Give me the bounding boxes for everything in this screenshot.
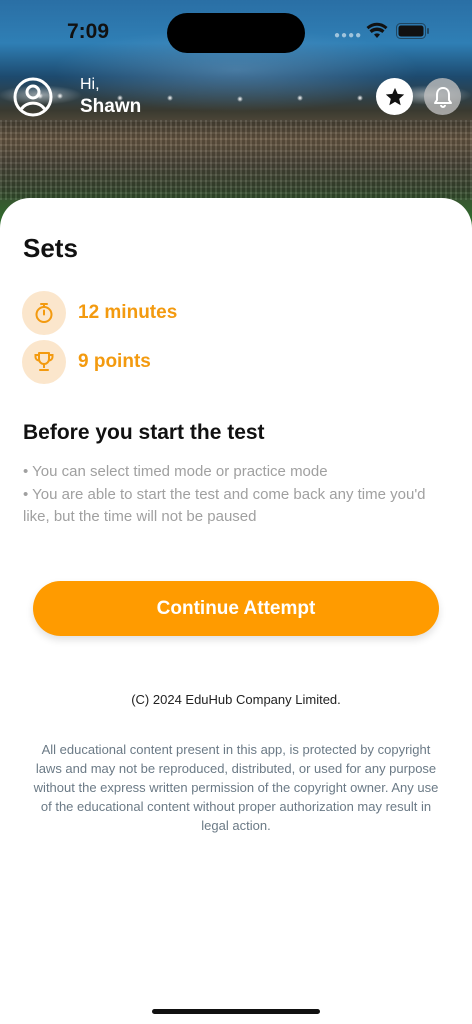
instruction-item: • You can select timed mode or practice … — [23, 463, 328, 480]
instructions-heading: Before you start the test — [23, 421, 265, 444]
copyright-text: (C) 2024 EduHub Company Limited. — [131, 692, 341, 707]
duration-row: 12 minutes — [22, 291, 177, 335]
points-text: 9 points — [78, 351, 151, 372]
points-row: 9 points — [22, 340, 151, 384]
trophy-icon — [22, 340, 66, 384]
notifications-button[interactable] — [424, 78, 461, 115]
home-indicator[interactable] — [152, 1009, 320, 1014]
battery-icon — [396, 23, 429, 39]
dynamic-island — [167, 13, 305, 53]
page-title: Sets — [23, 233, 78, 263]
continue-attempt-button[interactable]: Continue Attempt — [33, 581, 439, 636]
stopwatch-icon — [22, 291, 66, 335]
duration-text: 12 minutes — [78, 302, 178, 323]
instructions-list: • You can select timed mode or practice … — [23, 461, 453, 529]
wifi-icon — [366, 22, 388, 38]
status-time: 7:09 — [67, 20, 110, 43]
greeting-text: Hi, — [80, 76, 100, 93]
signal-dots-icon: ●●●● — [334, 30, 363, 41]
instruction-item: • You are able to start the test and com… — [23, 485, 426, 526]
legal-notice: All educational content present in this … — [33, 742, 439, 833]
username: Shawn — [80, 96, 142, 117]
star-icon — [385, 87, 404, 105]
content-sheet: Sets 12 minutes 9 points Before you star… — [0, 198, 472, 1024]
bell-icon — [433, 86, 452, 108]
user-circle-icon[interactable] — [13, 77, 53, 117]
stadium-stands — [0, 120, 472, 200]
favorite-button[interactable] — [376, 78, 413, 115]
